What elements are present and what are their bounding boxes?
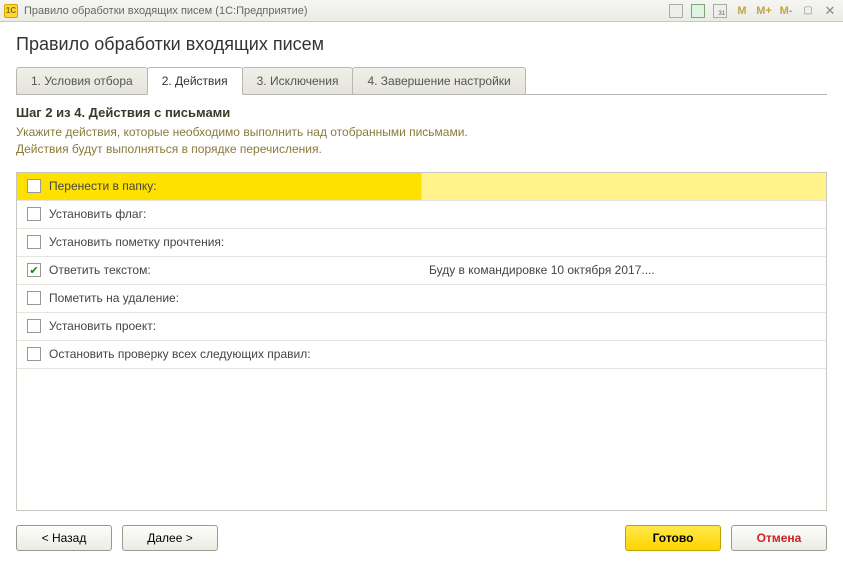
action-row-mark-delete[interactable]: Пометить на удаление: — [17, 285, 826, 313]
action-value[interactable]: Буду в командировке 10 октября 2017.... — [429, 263, 816, 277]
calendar-icon[interactable] — [689, 3, 707, 19]
titlebar: 1C Правило обработки входящих писем (1С:… — [0, 0, 843, 22]
checkbox[interactable] — [27, 179, 41, 193]
checkbox[interactable] — [27, 319, 41, 333]
tabs: 1. Условия отбора 2. Действия 3. Исключе… — [16, 67, 827, 95]
action-row-reply-text[interactable]: Ответить текстом: Буду в командировке 10… — [17, 257, 826, 285]
step-header: Шаг 2 из 4. Действия с письмами Укажите … — [16, 95, 827, 172]
action-label: Ответить текстом: — [49, 263, 429, 277]
page-title: Правило обработки входящих писем — [16, 34, 827, 55]
action-row-set-flag[interactable]: Установить флаг: — [17, 201, 826, 229]
next-button[interactable]: Далее > — [122, 525, 218, 551]
step-title: Шаг 2 из 4. Действия с письмами — [16, 105, 827, 120]
action-label: Установить пометку прочтения: — [49, 235, 429, 249]
footer-buttons: < Назад Далее > Готово Отмена — [16, 525, 827, 551]
action-label: Пометить на удаление: — [49, 291, 429, 305]
tab-conditions[interactable]: 1. Условия отбора — [16, 67, 148, 94]
tab-finish[interactable]: 4. Завершение настройки — [352, 67, 525, 94]
actions-list: Перенести в папку: Установить флаг: Уста… — [16, 172, 827, 511]
memory-mminus-button[interactable]: M- — [777, 3, 795, 19]
action-label: Перенести в папку: — [49, 179, 429, 193]
titlebar-actions: 31 M M+ M- ▢ ✕ — [667, 3, 839, 19]
window-body: Правило обработки входящих писем 1. Усло… — [0, 22, 843, 565]
window-title: Правило обработки входящих писем (1С:Пре… — [24, 5, 667, 17]
action-label: Установить флаг: — [49, 207, 429, 221]
checkbox[interactable] — [27, 291, 41, 305]
tab-actions[interactable]: 2. Действия — [147, 67, 243, 95]
checkbox[interactable] — [27, 235, 41, 249]
memory-mplus-button[interactable]: M+ — [755, 3, 773, 19]
finish-button[interactable]: Готово — [625, 525, 721, 551]
action-row-set-project[interactable]: Установить проект: — [17, 313, 826, 341]
checkbox[interactable] — [27, 263, 41, 277]
back-button[interactable]: < Назад — [16, 525, 112, 551]
action-row-set-read[interactable]: Установить пометку прочтения: — [17, 229, 826, 257]
action-row-stop-rules[interactable]: Остановить проверку всех следующих прави… — [17, 341, 826, 369]
tab-exclusions[interactable]: 3. Исключения — [242, 67, 354, 94]
action-label: Остановить проверку всех следующих прави… — [49, 347, 429, 361]
app-icon: 1C — [4, 4, 18, 18]
action-label: Установить проект: — [49, 319, 429, 333]
checkbox[interactable] — [27, 347, 41, 361]
checkbox[interactable] — [27, 207, 41, 221]
memory-m-button[interactable]: M — [733, 3, 751, 19]
maximize-button[interactable]: ▢ — [799, 3, 817, 19]
doc-icon[interactable] — [667, 3, 685, 19]
calendar-date-icon[interactable]: 31 — [711, 3, 729, 19]
step-description: Укажите действия, которые необходимо вып… — [16, 124, 827, 158]
cancel-button[interactable]: Отмена — [731, 525, 827, 551]
action-row-move-to-folder[interactable]: Перенести в папку: — [17, 173, 826, 201]
close-button[interactable]: ✕ — [821, 3, 839, 19]
